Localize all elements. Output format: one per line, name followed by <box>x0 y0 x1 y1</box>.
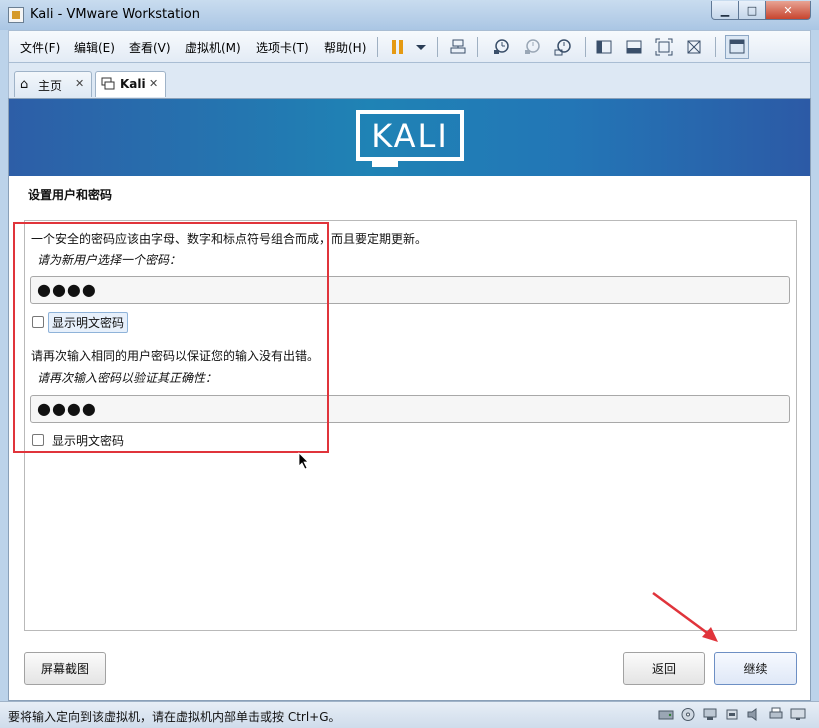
dropdown-arrow-icon[interactable] <box>412 38 430 56</box>
hard-disk-icon[interactable] <box>658 707 674 722</box>
console-view-icon[interactable] <box>625 38 643 56</box>
snapshot-manager-icon[interactable] <box>554 38 572 56</box>
status-text: 要将输入定向到该虚拟机，请在虚拟机内部单击或按 Ctrl+G。 <box>8 710 341 724</box>
status-bar: 要将输入定向到该虚拟机，请在虚拟机内部单击或按 Ctrl+G。 <box>0 701 819 728</box>
maximize-button[interactable]: □ <box>738 1 766 20</box>
thumbnail-view-icon[interactable] <box>725 35 749 59</box>
tab-home-label: 主页 <box>38 79 63 93</box>
toolbar-separator <box>437 37 438 57</box>
toolbar-separator <box>585 37 586 57</box>
annotation-highlight-box <box>13 222 329 453</box>
back-button[interactable]: 返回 <box>623 652 705 685</box>
menu-file[interactable]: 文件(F) <box>20 39 60 56</box>
show-library-icon[interactable] <box>595 38 613 56</box>
menu-tabs[interactable]: 选项卡(T) <box>256 39 309 56</box>
tab-home-close-icon[interactable]: ✕ <box>75 77 84 90</box>
continue-button[interactable]: 继续 <box>714 652 797 685</box>
vm-icon <box>101 77 115 90</box>
menu-vm[interactable]: 虚拟机(M) <box>185 39 241 56</box>
toolbar-separator <box>377 37 378 57</box>
screenshot-button[interactable]: 屏幕截图 <box>24 652 106 685</box>
menu-help[interactable]: 帮助(H) <box>324 39 366 56</box>
pause-icon[interactable] <box>389 38 407 56</box>
title-bar: Kali - VMware Workstation ▁ □ ✕ <box>0 0 819 30</box>
toolbar-separator <box>715 37 716 57</box>
snapshot-take-icon[interactable] <box>492 38 510 56</box>
vmware-app-icon <box>8 7 24 23</box>
menu-edit[interactable]: 编辑(E) <box>74 39 115 56</box>
menu-view[interactable]: 查看(V) <box>129 39 171 56</box>
minimize-button[interactable]: ▁ <box>711 1 739 20</box>
close-window-button[interactable]: ✕ <box>765 1 811 20</box>
tab-home[interactable]: ⌂ 主页 ✕ <box>14 71 92 97</box>
tab-kali-label: Kali <box>120 77 146 91</box>
tab-kali[interactable]: Kali ✕ <box>95 71 166 97</box>
mouse-cursor-icon <box>298 452 310 470</box>
usb-device-icon[interactable] <box>724 707 740 722</box>
printer-icon[interactable] <box>768 707 784 722</box>
menu-toolbar-bar: 文件(F) 编辑(E) 查看(V) 虚拟机(M) 选项卡(T) 帮助(H) <box>8 30 811 63</box>
sound-card-icon[interactable] <box>746 707 762 722</box>
home-icon: ⌂ <box>20 77 29 92</box>
annotation-arrow-icon <box>650 590 722 645</box>
kali-logo: KALI <box>356 110 464 167</box>
tab-kali-close-icon[interactable]: ✕ <box>149 77 158 90</box>
page-title: 设置用户和密码 <box>28 188 113 202</box>
display-icon[interactable] <box>790 707 806 722</box>
tab-strip: ⌂ 主页 ✕ Kali ✕ <box>8 63 811 98</box>
toolbar-separator <box>477 37 478 57</box>
full-screen-icon[interactable] <box>655 38 673 56</box>
cd-drive-icon[interactable] <box>680 707 696 722</box>
unity-icon[interactable] <box>685 38 703 56</box>
network-adapter-icon[interactable] <box>702 707 718 722</box>
send-ctrl-alt-del-icon[interactable] <box>449 38 467 56</box>
window-title: Kali - VMware Workstation <box>30 7 200 22</box>
snapshot-revert-icon[interactable] <box>523 38 541 56</box>
